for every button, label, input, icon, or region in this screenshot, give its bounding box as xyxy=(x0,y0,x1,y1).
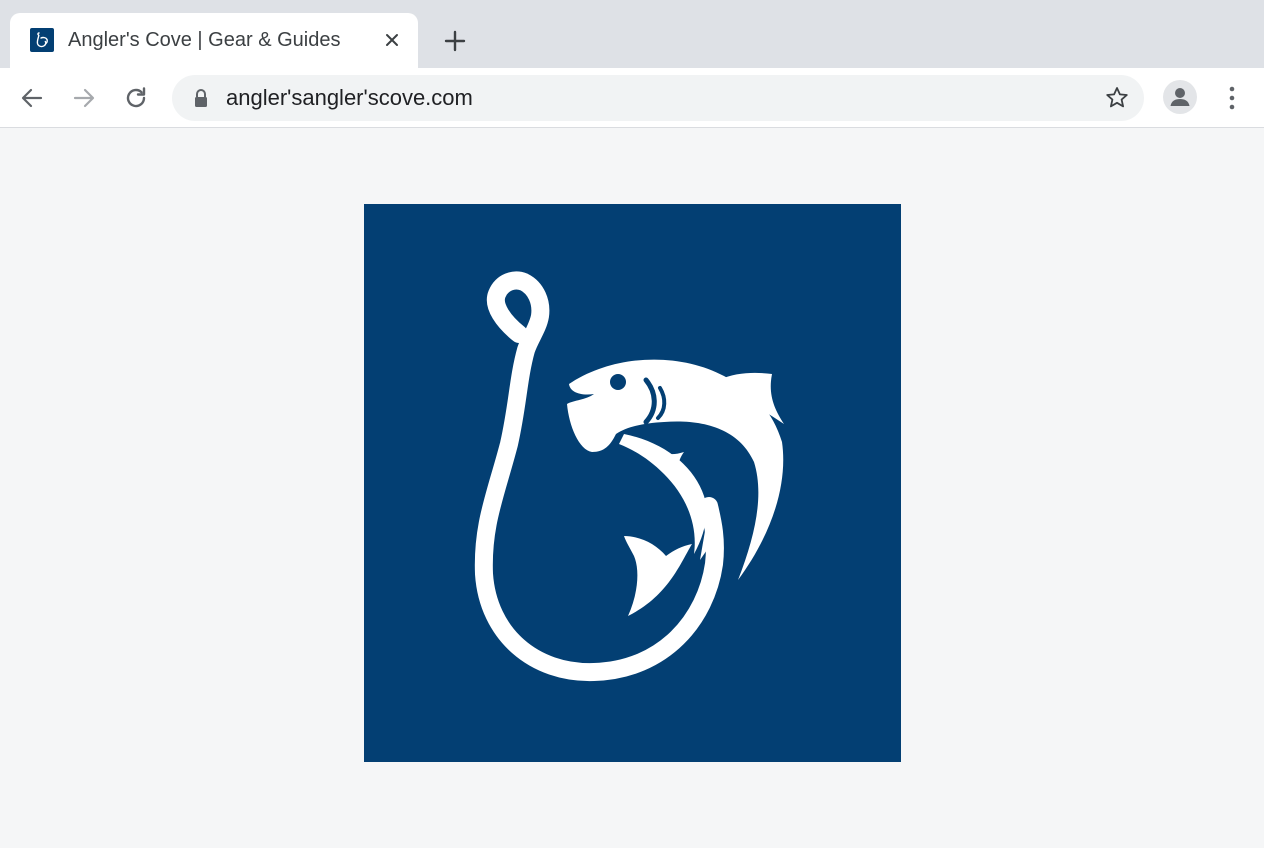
address-bar[interactable]: angler'sangler'scove.com xyxy=(172,75,1144,121)
person-icon xyxy=(1170,88,1190,106)
star-icon xyxy=(1106,87,1128,108)
browser-window: Angler's Cove | Gear & Guides angler'san… xyxy=(0,0,1264,848)
tab-title: Angler's Cove | Gear & Guides xyxy=(68,29,341,51)
close-icon[interactable] xyxy=(380,28,404,52)
fishhook-fish-logo xyxy=(474,271,784,682)
reload-icon xyxy=(126,87,146,108)
more-vertical-icon xyxy=(1229,86,1235,110)
tab-strip: Angler's Cove | Gear & Guides xyxy=(0,0,1264,68)
fishhook-fish-logo-image xyxy=(364,204,901,762)
arrow-right-icon xyxy=(73,88,95,108)
plus-icon xyxy=(444,30,466,52)
bookmark-star-button[interactable] xyxy=(1104,85,1130,111)
favicon-icon xyxy=(30,28,54,52)
profile-button[interactable] xyxy=(1163,80,1197,114)
active-tab[interactable]: Angler's Cove | Gear & Guides xyxy=(10,13,418,68)
url-text[interactable]: angler'sangler'scove.com xyxy=(226,86,473,110)
reload-button[interactable] xyxy=(120,82,152,114)
arrow-left-icon xyxy=(21,88,43,108)
browser-toolbar: angler'sangler'scove.com xyxy=(0,68,1264,128)
forward-button[interactable] xyxy=(68,82,100,114)
lock-icon[interactable] xyxy=(192,88,210,108)
back-button[interactable] xyxy=(16,82,48,114)
new-tab-button[interactable] xyxy=(440,26,470,56)
page-content xyxy=(0,128,1264,848)
browser-menu-button[interactable] xyxy=(1218,82,1246,114)
